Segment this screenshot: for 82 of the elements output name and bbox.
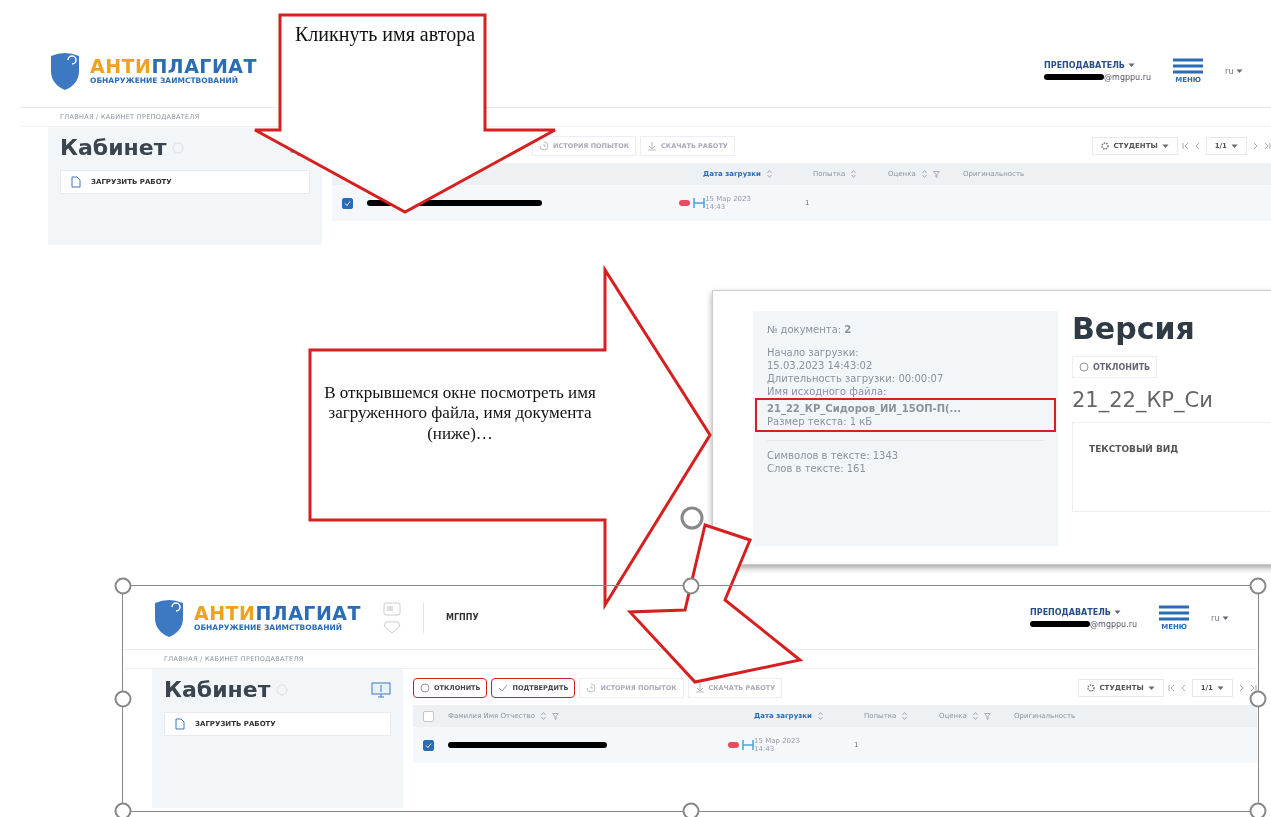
menu-icon: [1173, 58, 1204, 74]
document-info: Имя исходного файла:: [767, 385, 888, 398]
document-icon: [71, 176, 81, 188]
resize-handle[interactable]: [114, 690, 132, 707]
menu-icon: [1159, 605, 1190, 621]
caret-icon: [1217, 685, 1224, 691]
shield-logo-icon: [48, 51, 82, 91]
row-checkbox[interactable]: [423, 739, 434, 751]
caret-icon: [1161, 143, 1169, 149]
caret-icon: [1231, 143, 1238, 149]
language-dropdown[interactable]: ru: [1225, 66, 1243, 76]
caret-icon: [1147, 685, 1155, 691]
status-icons: [679, 197, 705, 209]
sort-icon[interactable]: [972, 712, 978, 720]
caret-icon: [1127, 62, 1135, 68]
last-page-icon[interactable]: [1249, 684, 1257, 692]
document-info: Слов в тексте: 161: [767, 462, 867, 475]
gear-icon: [1087, 684, 1096, 692]
organization-name: МГППУ: [423, 603, 479, 633]
row-checkbox[interactable]: [342, 197, 353, 209]
check-icon: [498, 683, 509, 693]
previous-page-icon[interactable]: [1179, 684, 1188, 692]
language-dropdown[interactable]: ru: [1211, 613, 1229, 623]
next-page-icon[interactable]: [1251, 142, 1259, 150]
download-icon: [694, 683, 705, 693]
callout-text: Кликнуть имя автора: [293, 22, 476, 46]
document-name: 21_22_КР_Си: [1072, 388, 1214, 412]
last-page-icon[interactable]: [1263, 142, 1271, 150]
download-icon: [647, 141, 658, 151]
version-title: Версия: [1072, 311, 1196, 346]
document-icon: [175, 718, 185, 730]
user-email: @mgppu.ru: [1090, 619, 1138, 629]
next-page-icon[interactable]: [1237, 684, 1245, 692]
logo-text: АНТИПЛАГИАТ: [90, 57, 258, 76]
document-info: Символов в тексте: 1343: [767, 449, 900, 462]
shield-logo-icon: [152, 598, 186, 638]
sort-icon[interactable]: [851, 170, 857, 178]
filter-icon[interactable]: [551, 712, 559, 720]
select-all-checkbox[interactable]: [423, 710, 434, 722]
resize-handle[interactable]: [114, 577, 132, 595]
redaction-bar: [1044, 74, 1105, 80]
reject-button[interactable]: ОТКЛОНИТЬ: [1072, 356, 1158, 378]
role-dropdown[interactable]: ПРЕПОДАВАТЕЛЬ: [1044, 60, 1152, 70]
first-page-icon[interactable]: [1181, 142, 1190, 150]
document-info: 21_22_КР_Сидоров_ИИ_15ОП-П(...: [767, 402, 962, 415]
document-info: Длительность загрузки: 00:00:07: [767, 372, 945, 385]
logo-text: АНТИПЛАГИАТ: [194, 604, 362, 623]
diamond-icon: [383, 620, 402, 634]
sort-icon[interactable]: [921, 170, 927, 178]
filter-icon[interactable]: [932, 170, 940, 178]
status-icons: [728, 739, 754, 751]
page-title: Кабинет: [164, 677, 271, 702]
reject-circle-icon: [420, 683, 430, 693]
clock-icon: [586, 683, 597, 693]
resize-handle[interactable]: [114, 802, 132, 817]
redaction-bar: [1030, 621, 1091, 627]
resize-handle[interactable]: [1249, 802, 1267, 817]
caret-icon: [1113, 609, 1121, 615]
document-info: 15.03.2023 14:43:02: [767, 359, 874, 372]
filter-icon[interactable]: [983, 712, 991, 720]
page-title: Кабинет: [60, 135, 167, 160]
sort-icon[interactable]: [766, 170, 772, 178]
caret-icon: [1222, 615, 1229, 621]
id-card-icon: [383, 602, 402, 616]
role-dropdown[interactable]: ПРЕПОДАВАТЕЛЬ: [1030, 607, 1138, 617]
first-page-icon[interactable]: [1167, 684, 1176, 692]
sort-icon[interactable]: [540, 712, 546, 720]
sort-icon[interactable]: [902, 712, 908, 720]
resize-handle[interactable]: [1249, 577, 1267, 595]
document-info: Размер текста: 1 кБ: [767, 415, 874, 428]
document-info: № документа: 2: [767, 323, 853, 336]
reject-circle-icon: [1079, 362, 1089, 372]
caret-icon: [1236, 68, 1243, 74]
previous-page-icon[interactable]: [1193, 142, 1202, 150]
text-view-label: ТЕКСТОВЫЙ ВИД: [1089, 444, 1179, 454]
user-email: @mgppu.ru: [1104, 72, 1152, 82]
document-info: Начало загрузки:: [767, 346, 860, 359]
gear-icon: [1101, 142, 1110, 150]
clock-icon: [539, 141, 549, 151]
callout-text: В открывшемся окне посмотреть имя загруженного файла, имя документа (ниже)…: [323, 383, 597, 445]
sort-icon[interactable]: [817, 712, 823, 720]
monitor-icon[interactable]: [371, 681, 391, 698]
